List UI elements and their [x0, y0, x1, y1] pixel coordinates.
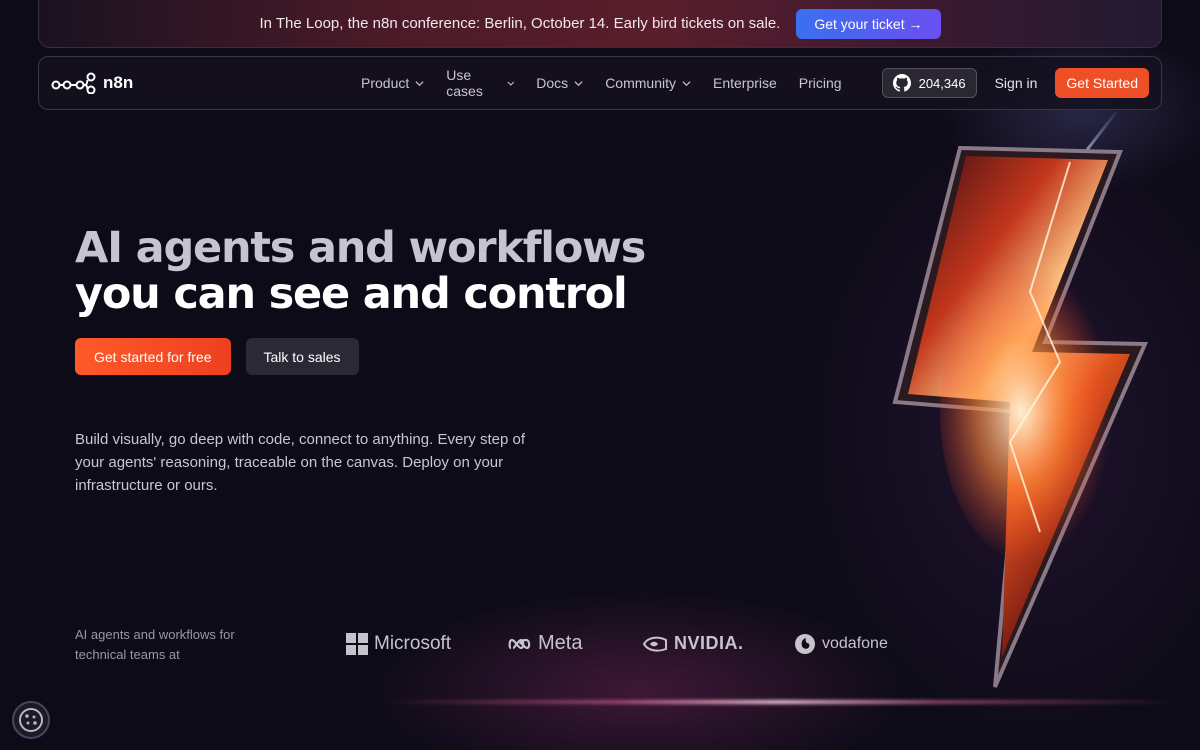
- nav-item-enterprise[interactable]: Enterprise: [713, 75, 777, 91]
- nav-item-docs[interactable]: Docs: [536, 75, 583, 91]
- chevron-down-icon: [682, 80, 691, 86]
- customer-logos: Microsoft Meta NVIDIA. vodafone: [346, 632, 888, 655]
- get-started-free-button[interactable]: Get started for free: [75, 338, 231, 375]
- meta-wordmark: Meta: [538, 632, 583, 654]
- n8n-nodes-icon: [51, 72, 96, 94]
- main-navigation: n8n Product Use cases Docs Community Ent…: [38, 56, 1162, 110]
- hero-cta-group: Get started for free Talk to sales: [75, 338, 359, 375]
- chevron-down-icon: [507, 81, 514, 86]
- vodafone-speechmark-icon: [795, 633, 815, 654]
- nav-item-pricing[interactable]: Pricing: [799, 75, 842, 91]
- talk-to-sales-button[interactable]: Talk to sales: [245, 338, 359, 375]
- banner-text: In The Loop, the n8n conference: Berlin,…: [259, 15, 781, 32]
- meta-logo: Meta: [508, 632, 642, 655]
- logo-text: n8n: [103, 73, 134, 92]
- nav-item-product[interactable]: Product: [361, 75, 424, 91]
- nav-item-label: Pricing: [798, 75, 842, 91]
- nav-item-use-cases[interactable]: Use cases: [446, 67, 514, 99]
- github-star-count: 204,346: [918, 75, 966, 91]
- floor-glow-line: [380, 700, 1180, 704]
- hero-title-line-2: you can see and control: [75, 269, 628, 319]
- get-started-button[interactable]: Get Started: [1055, 68, 1149, 98]
- hero-description: Build visually, go deep with code, conne…: [75, 431, 525, 494]
- trust-label: AI agents and workflows for technical te…: [75, 627, 235, 662]
- cookie-settings-button[interactable]: [12, 701, 50, 739]
- get-ticket-button[interactable]: Get your ticket →: [796, 8, 941, 39]
- sign-in-link[interactable]: Sign in: [987, 75, 1046, 91]
- nav-item-label: Product: [361, 75, 410, 91]
- github-stars-button[interactable]: 204,346: [881, 68, 977, 98]
- github-icon: [892, 74, 911, 92]
- meta-infinity-icon: [508, 638, 531, 649]
- n8n-logo[interactable]: n8n: [51, 72, 341, 94]
- nav-actions: 204,346 Sign in Get Started: [881, 68, 1149, 98]
- cookie-icon: [19, 708, 43, 732]
- nav-item-community[interactable]: Community: [605, 75, 691, 91]
- vodafone-logo: vodafone: [794, 633, 888, 655]
- chevron-down-icon: [415, 80, 424, 86]
- chevron-down-icon: [574, 80, 583, 86]
- nvidia-logo: NVIDIA.: [642, 633, 794, 654]
- hero-title-line-1: AI agents and workflows: [75, 223, 646, 273]
- nav-menu: Product Use cases Docs Community Enterpr…: [341, 67, 842, 99]
- hero-title: AI agents and workflows you can see and …: [75, 223, 646, 319]
- nav-item-label: Use cases: [446, 67, 483, 99]
- nav-item-label: Docs: [536, 75, 569, 91]
- nav-item-label: Community: [605, 75, 676, 91]
- vodafone-wordmark: vodafone: [822, 634, 888, 652]
- lightning-bolt-illustration: [892, 112, 1149, 688]
- announcement-banner: In The Loop, the n8n conference: Berlin,…: [38, 0, 1162, 48]
- microsoft-wordmark: Microsoft: [374, 632, 452, 654]
- nvidia-wordmark: NVIDIA.: [674, 633, 744, 653]
- nav-item-label: Enterprise: [712, 75, 777, 91]
- nvidia-eye-icon: [642, 636, 667, 652]
- microsoft-squares-icon: [346, 632, 368, 655]
- microsoft-logo: Microsoft: [346, 632, 508, 655]
